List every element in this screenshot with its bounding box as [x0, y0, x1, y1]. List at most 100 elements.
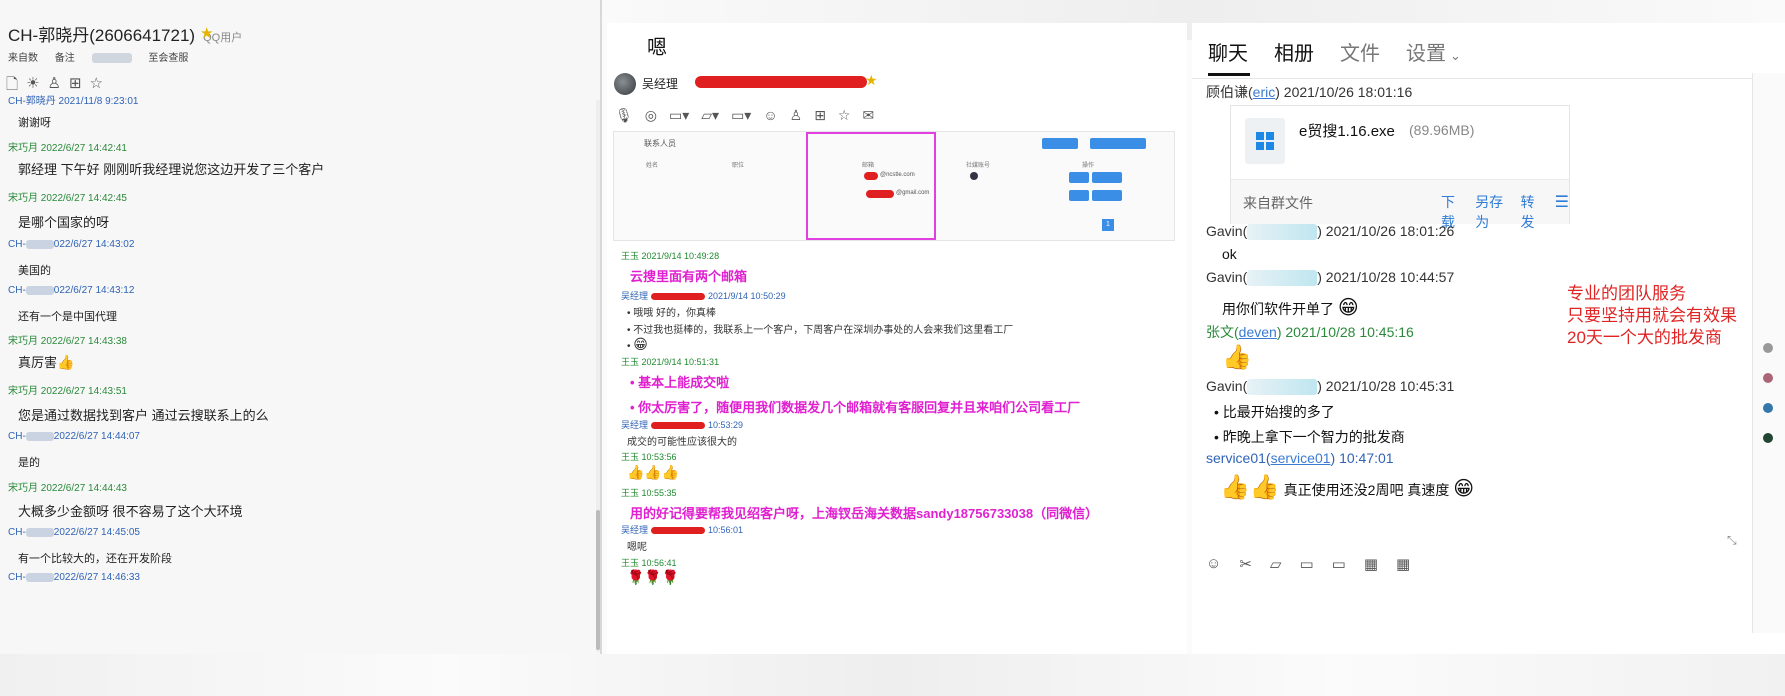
screen-icon[interactable]: ▭: [1332, 555, 1346, 573]
shot-mail-1: @ncstle.com: [880, 172, 915, 178]
message-meta: 宋巧月 2022/6/27 14:43:51: [8, 386, 127, 397]
grin-emoji-icon: 😁: [633, 336, 648, 352]
chevron-down-icon: ⌄: [1450, 48, 1461, 63]
message-body: 真厉害: [18, 355, 58, 370]
star-icon[interactable]: ★: [865, 72, 878, 89]
message-meta: CH-郭晓丹 2021/11/8 9:23:01: [8, 96, 139, 107]
shot-col-op: 操作: [1082, 163, 1095, 169]
member-avatar[interactable]: [1763, 343, 1773, 353]
blurred-text: [91, 53, 132, 64]
blurred-text: [25, 285, 54, 295]
tab-files[interactable]: 文件: [1340, 37, 1380, 66]
chat-window-qq: CH-郭晓丹(2606641721) QQ用户 ★ 来自数 备注 至会查服 🗋 ☀…: [0, 0, 602, 654]
file-name: e贸搜1.16.exe: [1299, 123, 1395, 140]
monitor-icon[interactable]: ▭▾: [731, 107, 751, 124]
message-time: 2021/9/14 10:50:29: [708, 291, 786, 301]
redacted-text: [651, 293, 706, 301]
active-tab-indicator: [1208, 73, 1250, 76]
message-time: 10:56:01: [708, 525, 744, 535]
grid-icon[interactable]: ▦: [1396, 555, 1410, 573]
image-icon[interactable]: ▭: [1299, 555, 1313, 573]
message-meta: CH- 022/6/27 14:43:12: [8, 285, 135, 296]
message-meta: 王玉 10:56:41: [621, 558, 677, 568]
message-text: 有一个比较大的，还在开发阶段: [18, 553, 172, 565]
message-text: 还有一个是中国代理: [18, 311, 117, 323]
message-body: 真正使用还没2周吧 真速度: [1283, 482, 1450, 498]
tab-bar: 聊天 相册 文件 设置 ⌄: [1208, 37, 1461, 66]
save-as-link[interactable]: 另存为: [1475, 192, 1508, 232]
message-text-highlight: • 基本上能成交啦: [630, 375, 730, 390]
tab-chat[interactable]: 聊天: [1208, 37, 1248, 66]
sender: Gavin(: [1206, 269, 1248, 285]
message-body: 比最开始搜的多了: [1222, 404, 1335, 420]
menu-icon[interactable]: ☰: [1555, 192, 1569, 232]
star-icon[interactable]: ★: [200, 24, 213, 42]
file-actions: 下载 另存为 转发 ☰: [1441, 192, 1569, 232]
sender: Gavin(: [1206, 378, 1248, 394]
calendar-icon[interactable]: ▦: [1364, 555, 1378, 573]
scrollbar[interactable]: [596, 100, 600, 652]
message-text: • 😁: [627, 336, 648, 352]
message-emoji: 🌹🌹🌹: [627, 569, 679, 586]
message-text: 👍👍 真正使用还没2周吧 真速度 😁: [1220, 473, 1474, 502]
sender-link[interactable]: deven: [1239, 324, 1277, 340]
message-time: 10:47:01: [1339, 450, 1394, 466]
emoji-icon[interactable]: ☺: [763, 107, 777, 124]
message-text: 郭经理 下午好 刚刚听我经理说您这边开发了三个客户: [18, 162, 325, 177]
file-card-footer: 来自群文件 下载 另存为 转发 ☰: [1231, 179, 1569, 230]
member-avatar[interactable]: [1763, 403, 1773, 413]
mic-icon[interactable]: 🎙: [615, 107, 633, 124]
video-icon[interactable]: ◎: [645, 107, 657, 124]
message-meta: 宋巧月 2022/6/27 14:42:41: [8, 143, 127, 154]
redacted-text: [651, 422, 706, 430]
resize-handle-icon[interactable]: ⤡: [1727, 533, 1737, 548]
shot-col-name: 姓名: [646, 163, 659, 169]
windows-exe-icon: [1245, 118, 1285, 164]
promo-line: 20天一个大的批发商: [1567, 328, 1722, 347]
redacted-text: [866, 190, 894, 198]
sender-link[interactable]: eric: [1253, 84, 1276, 100]
screen-icon[interactable]: ▭▾: [669, 107, 689, 124]
mail-icon[interactable]: ✉: [862, 107, 874, 124]
member-avatar[interactable]: [1763, 373, 1773, 383]
grin-emoji-icon: 😁: [1337, 297, 1359, 319]
message-text-highlight: 用的好记得要帮我见绍客户呀，上海钗岳海关数据sandy18756733038（同…: [630, 506, 1099, 521]
message-text: • 比最开始搜的多了: [1214, 404, 1335, 420]
member-avatar[interactable]: [1763, 433, 1773, 443]
folder-icon[interactable]: ▱: [1270, 555, 1282, 573]
blurred-text: [25, 431, 54, 441]
chat-window-qq-2: 嗯 吴经理 ★ 🎙 ◎ ▭▾ ▱▾ ▭▾ ☺ ♙ ⊞ ☆ ✉ 联系人员 姓名 职…: [607, 23, 1187, 654]
promo-note: 专业的团队服务 只要坚持用就会有效果 20天一个大的批发商: [1567, 283, 1737, 349]
contact-name: 吴经理: [642, 77, 679, 91]
scrollbar-thumb[interactable]: [596, 510, 600, 650]
forward-link[interactable]: 转发: [1520, 192, 1542, 232]
message-meta: 王玉 10:53:56: [621, 452, 677, 462]
message-time: 022/6/27 14:43:12: [53, 285, 135, 296]
contact-icon[interactable]: ♙: [790, 107, 803, 124]
message-meta: 张文(deven) 2021/10/28 10:45:16: [1206, 324, 1414, 340]
shot-button: [1092, 190, 1122, 201]
avatar[interactable]: [614, 73, 636, 95]
sender: service01: [1206, 450, 1266, 466]
file-card[interactable]: e贸搜1.16.exe (89.96MB) 来自群文件 下载 另存为 转发 ☰: [1230, 105, 1570, 230]
message-meta: CH- 022/6/27 14:43:02: [8, 239, 135, 250]
message-text: 成交的可能性应该很大的: [627, 437, 737, 448]
message-meta: CH- 2022/6/27 14:45:05: [8, 527, 140, 538]
favorite-icon[interactable]: ☆: [838, 107, 851, 124]
add-icon[interactable]: ⊞: [814, 107, 826, 124]
shot-col-social: 社媒账号: [966, 163, 991, 169]
emoji-icon[interactable]: ☺: [1206, 555, 1221, 573]
sender-link[interactable]: service01: [1271, 450, 1331, 466]
message-meta: 王玉 2021/9/14 10:51:31: [621, 357, 720, 367]
blurred-text: [25, 239, 54, 249]
tab-settings[interactable]: 设置 ⌄: [1406, 37, 1461, 66]
message-time: 2021/10/28 10:44:57: [1325, 269, 1455, 285]
shot-button: [1090, 138, 1146, 149]
divider: [1192, 78, 1752, 79]
folder-icon[interactable]: ▱▾: [701, 107, 719, 124]
scissors-icon[interactable]: ✂: [1239, 555, 1252, 573]
tab-album[interactable]: 相册: [1274, 37, 1314, 66]
blurred-text: [25, 527, 54, 537]
sender: Gavin(: [1206, 223, 1248, 239]
screenshot-image[interactable]: 联系人员 姓名 职位 邮箱 社媒账号 操作 @ncstle.com @gmail…: [613, 131, 1175, 241]
